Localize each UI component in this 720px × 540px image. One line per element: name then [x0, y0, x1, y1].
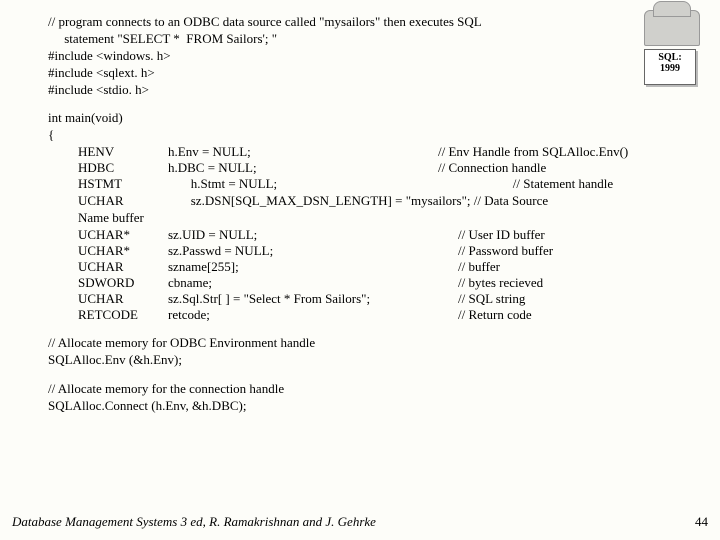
logo-head: [644, 10, 700, 46]
stmt-alloc-conn: SQLAlloc.Connect (h.Env, &h.DBC);: [48, 398, 680, 415]
main-signature: int main(void): [48, 110, 680, 127]
decl-comment: // Statement handle: [438, 176, 680, 193]
comment-line-1: // program connects to an ODBC data sour…: [48, 14, 680, 31]
include-2: #include <sqlext. h>: [48, 65, 680, 82]
decl-type: UCHAR*: [78, 243, 168, 259]
decl-row: HENV h.Env = NULL; // Env Handle from SQ…: [78, 144, 680, 160]
decl-row: UCHAR szname[255]; // buffer: [78, 259, 680, 275]
decl-comment: // buffer: [458, 259, 680, 275]
slide-content: // program connects to an ODBC data sour…: [0, 0, 720, 414]
name-buffer-label: Name buffer: [78, 210, 680, 227]
decl-type: UCHAR*: [78, 227, 168, 243]
comment-alloc-env: // Allocate memory for ODBC Environment …: [48, 335, 680, 352]
decl-row: HDBC h.DBC = NULL; // Connection handle: [78, 160, 680, 176]
decl-row: HSTMT h.Stmt = NULL; // Statement handle: [78, 176, 680, 193]
logo-text-2: 1999: [645, 63, 695, 74]
decl-comment: // Return code: [458, 307, 680, 323]
comment-line-2: statement "SELECT * FROM Sailors'; ": [48, 31, 680, 48]
decl-comment: // SQL string: [458, 291, 680, 307]
footer-text: Database Management Systems 3 ed, R. Ram…: [12, 514, 376, 530]
decl-row: UCHAR sz.DSN[SQL_MAX_DSN_LENGTH] = "mysa…: [78, 193, 680, 210]
logo-text-1: SQL:: [645, 52, 695, 63]
decl-type: HSTMT: [78, 176, 168, 193]
include-1: #include <windows. h>: [48, 48, 680, 65]
decl-type: UCHAR: [78, 259, 168, 275]
decl-var: h.DBC = NULL;: [168, 160, 438, 176]
decl-comment: // Env Handle from SQLAlloc.Env(): [438, 144, 680, 160]
decl-var: sz.Passwd = NULL;: [168, 243, 458, 259]
sql-1999-logo: SQL: 1999: [644, 10, 702, 82]
decl-row: UCHAR* sz.Passwd = NULL; // Password buf…: [78, 243, 680, 259]
decl-var: sz.UID = NULL;: [168, 227, 458, 243]
include-3: #include <stdio. h>: [48, 82, 680, 99]
decl-type: UCHAR: [78, 291, 168, 307]
stmt-alloc-env: SQLAlloc.Env (&h.Env);: [48, 352, 680, 369]
page-number: 44: [695, 514, 708, 530]
declarations-block: HENV h.Env = NULL; // Env Handle from SQ…: [48, 144, 680, 323]
decl-row: UCHAR* sz.UID = NULL; // User ID buffer: [78, 227, 680, 243]
decl-type: SDWORD: [78, 275, 168, 291]
decl-type: HDBC: [78, 160, 168, 176]
open-brace: {: [48, 127, 680, 144]
decl-comment: // Password buffer: [458, 243, 680, 259]
decl-row: RETCODE retcode; // Return code: [78, 307, 680, 323]
decl-row: UCHAR sz.Sql.Str[ ] = "Select * From Sai…: [78, 291, 680, 307]
decl-var: sz.Sql.Str[ ] = "Select * From Sailors";: [168, 291, 458, 307]
decl-comment: // Connection handle: [438, 160, 680, 176]
decl-comment: // User ID buffer: [458, 227, 680, 243]
slide-footer: Database Management Systems 3 ed, R. Ram…: [12, 514, 708, 530]
decl-var: cbname;: [168, 275, 458, 291]
decl-var: retcode;: [168, 307, 458, 323]
decl-type: RETCODE: [78, 307, 168, 323]
decl-var: h.Stmt = NULL;: [168, 176, 438, 193]
decl-row: SDWORD cbname; // bytes recieved: [78, 275, 680, 291]
decl-type: UCHAR: [78, 193, 168, 210]
decl-var: szname[255];: [168, 259, 458, 275]
comment-alloc-conn: // Allocate memory for the connection ha…: [48, 381, 680, 398]
decl-var: h.Env = NULL;: [168, 144, 438, 160]
decl-type: HENV: [78, 144, 168, 160]
logo-book: SQL: 1999: [644, 49, 696, 85]
decl-comment: // bytes recieved: [458, 275, 680, 291]
decl-var: sz.DSN[SQL_MAX_DSN_LENGTH] = "mysailors"…: [168, 193, 548, 210]
